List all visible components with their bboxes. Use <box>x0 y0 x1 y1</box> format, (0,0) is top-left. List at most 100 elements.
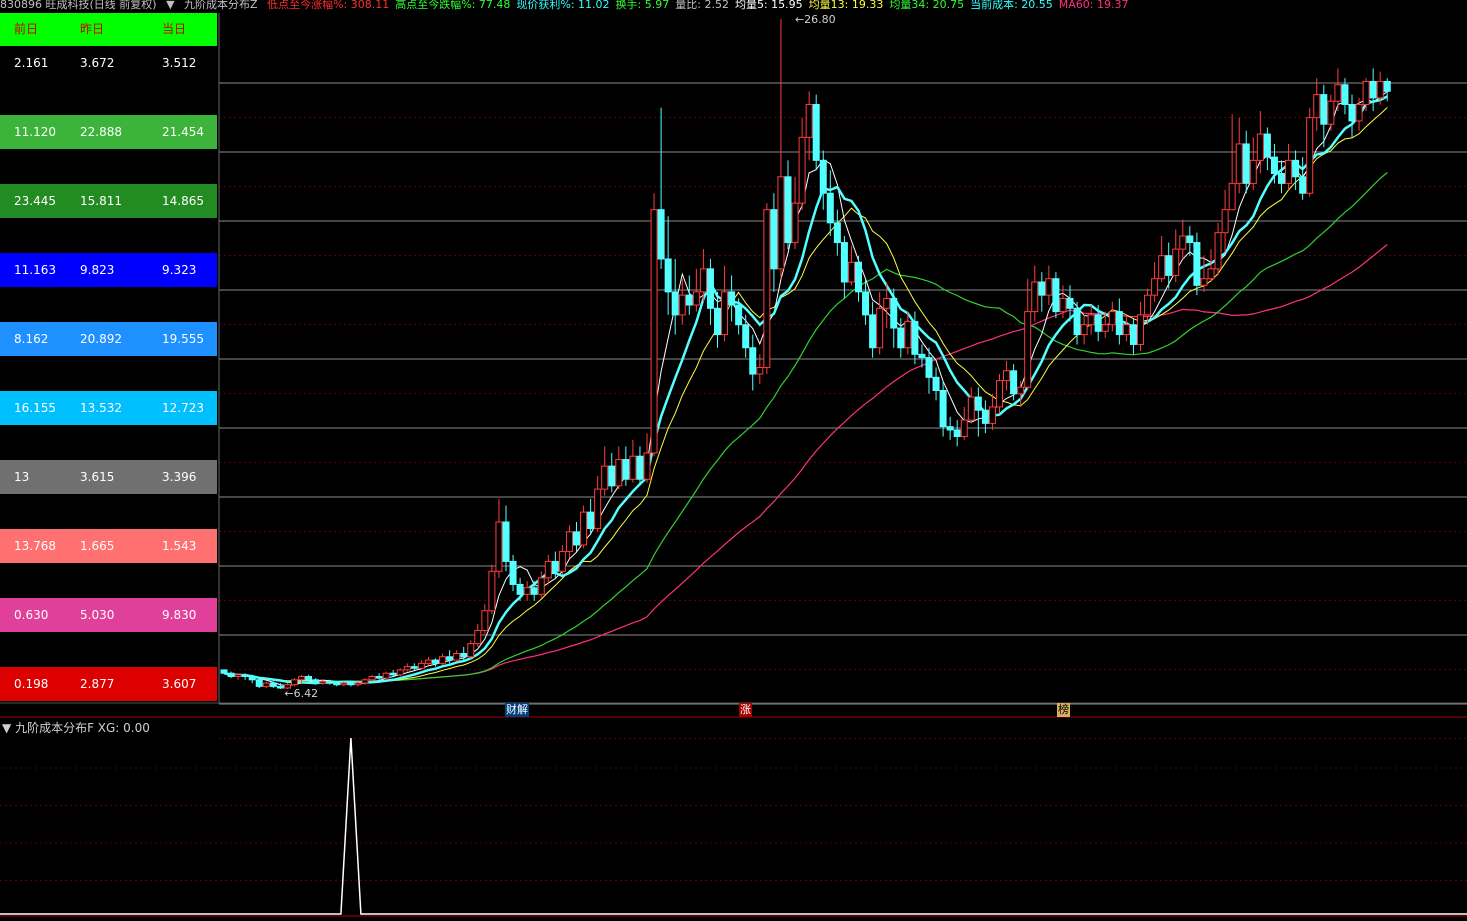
candle-body <box>692 291 700 306</box>
candle-body <box>749 347 757 375</box>
candle-body <box>1270 156 1278 175</box>
candle-body <box>361 679 369 684</box>
table-cell: 15.811 <box>80 194 122 208</box>
table-cell: 0.198 <box>14 677 49 691</box>
candle-body <box>558 551 566 572</box>
candle-body <box>1341 84 1349 105</box>
table-cell: 5.030 <box>80 608 115 622</box>
candle-body <box>1052 278 1060 313</box>
candle-body <box>643 452 651 480</box>
candle-body <box>248 676 256 681</box>
lower-panel-title[interactable]: ▼ 九阶成本分布F XG: 0.00 <box>2 719 150 736</box>
candle-body <box>1101 324 1109 332</box>
candle-body <box>424 659 432 664</box>
candle-body <box>1017 386 1025 395</box>
candle-body <box>305 676 313 681</box>
table-row: 16.155 13.532 12.723 <box>0 391 217 425</box>
kline-chart[interactable]: ←26.80 ←6.42 <box>0 0 1467 921</box>
candle-body <box>1165 255 1173 276</box>
candle-body <box>862 291 870 316</box>
candle-body <box>925 357 933 378</box>
table-cell: 12.723 <box>162 401 204 415</box>
candle-body <box>1369 80 1377 99</box>
candle-body <box>1242 143 1250 184</box>
table-row: 11.163 9.823 9.323 <box>0 253 217 287</box>
candle-body <box>417 662 425 669</box>
candle-body <box>326 680 334 684</box>
candle-body <box>826 192 834 224</box>
table-cell: 3.672 <box>80 56 115 70</box>
table-cell: 22.888 <box>80 125 122 139</box>
candle-body <box>657 209 665 260</box>
candle-body <box>1306 117 1314 194</box>
candle-body <box>551 560 559 572</box>
candle-body <box>996 380 1003 408</box>
candle-body <box>312 679 320 684</box>
candle-body <box>340 682 348 686</box>
low-price-label: ←6.42 <box>284 687 318 700</box>
candle-body <box>227 672 235 678</box>
candle-body <box>742 324 750 349</box>
candle-body <box>685 294 693 306</box>
candle-body <box>629 455 637 480</box>
candle-body <box>1299 176 1307 194</box>
candle-body <box>1249 159 1257 184</box>
marker-dragon-list[interactable]: 榜 <box>1057 703 1070 717</box>
candle-body <box>869 314 877 349</box>
candle-body <box>375 676 383 679</box>
candle-body <box>763 209 771 368</box>
candle-body <box>1221 209 1229 234</box>
candle-body <box>587 511 595 530</box>
candle-body <box>333 682 341 686</box>
candle-body <box>1327 100 1335 125</box>
candle-body <box>981 409 989 424</box>
table-row: 11.120 22.888 21.454 <box>0 115 217 149</box>
candle-body <box>1235 143 1243 184</box>
candle-body <box>1200 278 1208 286</box>
candle-body <box>777 176 785 270</box>
candle-body <box>883 297 891 309</box>
marker-unlock[interactable]: 解 <box>516 703 529 717</box>
candle-body <box>650 209 658 454</box>
candle-body <box>946 426 954 431</box>
candle-body <box>481 610 489 631</box>
candle-body <box>791 202 799 244</box>
candle-body <box>918 353 926 359</box>
candle-body <box>573 531 580 546</box>
candle-body <box>847 261 855 283</box>
marker-limit-up[interactable]: 涨 <box>739 703 752 717</box>
candle-body <box>1186 235 1194 244</box>
candle-body <box>699 268 707 293</box>
table-cell: 14.865 <box>162 194 204 208</box>
candle-body <box>1010 370 1018 395</box>
candle-body <box>671 291 679 316</box>
table-row: 23.445 15.811 14.865 <box>0 184 217 218</box>
candle-body <box>255 679 263 687</box>
table-cell: 3.615 <box>80 470 115 484</box>
candle-body <box>580 511 588 546</box>
candle-body <box>467 643 475 658</box>
table-header-cell: 当日 <box>162 22 187 36</box>
table-cell: 9.323 <box>162 263 197 277</box>
candle-body <box>840 242 848 283</box>
xg-signal-line <box>0 737 1467 915</box>
candle-body <box>544 560 552 579</box>
table-cell: 9.823 <box>80 263 115 277</box>
candle-body <box>432 659 439 664</box>
candle-body <box>911 320 919 355</box>
high-price-label: ←26.80 <box>795 13 836 26</box>
chevron-down-icon[interactable]: ▼ <box>2 721 11 735</box>
candle-body <box>403 666 411 671</box>
table-cell: 16.155 <box>14 401 56 415</box>
candle-body <box>1228 182 1236 211</box>
candle-body <box>565 531 573 553</box>
candle-body <box>460 652 468 658</box>
candle-body <box>1094 314 1102 332</box>
candle-body <box>234 674 242 678</box>
candle-body <box>389 672 397 676</box>
candle-body <box>812 103 820 161</box>
candle-body <box>1207 268 1215 280</box>
candle-body <box>347 682 355 686</box>
candle-body <box>1073 307 1081 336</box>
candle-body <box>291 679 298 686</box>
